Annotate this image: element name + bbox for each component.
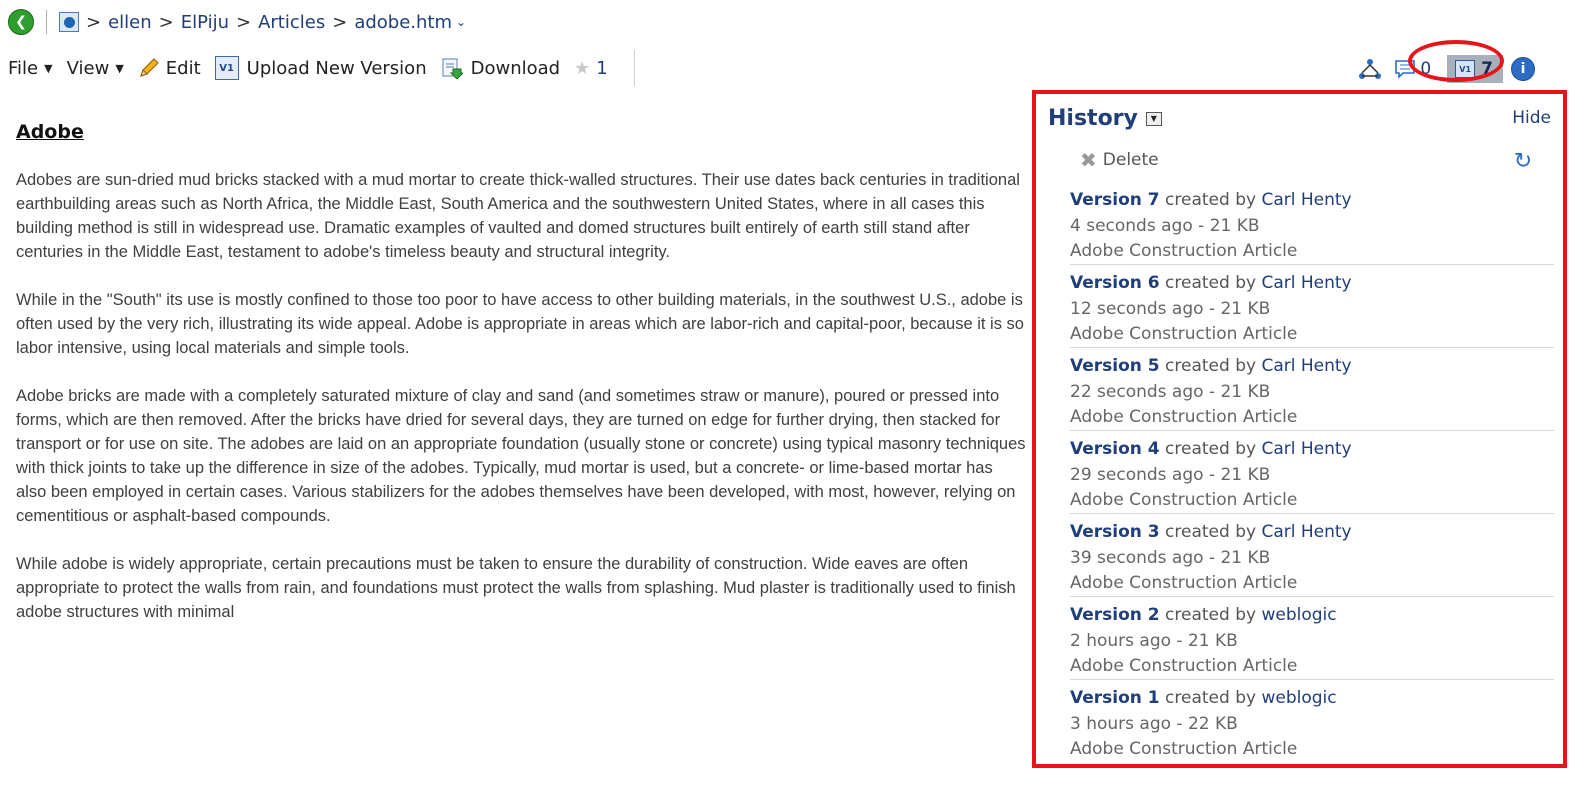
article-paragraph: While in the "South" its use is mostly c… [16,291,1024,357]
version-meta: 39 seconds ago - 21 KB [1070,547,1271,568]
document-content: Adobe Adobes are sun-dried mud bricks st… [16,120,1026,648]
user-link[interactable]: Carl Henty [1261,273,1351,293]
upload-new-version-button[interactable]: V1 Upload New Version [214,56,427,80]
breadcrumb-separator: > [236,11,252,33]
history-header: History ▼ [1048,106,1162,131]
created-by-label: created by [1165,190,1257,210]
version-link[interactable]: Version 2 [1070,605,1160,625]
version-description: Adobe Construction Article [1070,573,1298,593]
version-meta: 3 hours ago - 22 KB [1070,713,1238,734]
version-meta: 12 seconds ago - 21 KB [1070,298,1271,319]
version-description: Adobe Construction Article [1070,407,1298,427]
delete-label: Delete [1102,150,1159,170]
chevron-down-icon[interactable]: ⌄ [456,15,466,29]
created-by-label: created by [1165,605,1257,625]
created-by-label: created by [1165,522,1257,542]
space-home-icon[interactable] [59,12,79,32]
version-description: Adobe Construction Article [1070,739,1298,759]
breadcrumb-separator: > [86,11,102,33]
history-title: History [1048,106,1138,131]
view-menu[interactable]: View ▼ [67,58,124,79]
version-item: Version 1 created by weblogic 3 hours ag… [1070,686,1554,762]
article-title: Adobe [16,121,84,143]
version-link[interactable]: Version 7 [1070,190,1160,210]
version-description: Adobe Construction Article [1070,324,1298,344]
article-paragraph: While adobe is widely appropriate, certa… [16,555,1016,621]
article-paragraph: Adobe bricks are made with a completely … [16,387,1026,525]
pencil-icon [139,58,159,77]
back-arrow-icon[interactable]: ❮ [8,9,34,35]
edit-button[interactable]: Edit [138,57,201,79]
user-link[interactable]: Carl Henty [1261,356,1351,376]
user-link[interactable]: Carl Henty [1261,190,1351,210]
version-description: Adobe Construction Article [1070,656,1298,676]
star-icon[interactable]: ★ [574,58,590,79]
caret-down-icon: ▼ [44,61,53,75]
version-meta: 4 seconds ago - 21 KB [1070,215,1260,236]
file-menu[interactable]: File ▼ [8,58,53,79]
download-button[interactable]: Download [441,57,560,79]
delete-icon: ✖ [1080,148,1097,172]
breadcrumb-separator: > [158,11,174,33]
edit-label: Edit [165,57,201,79]
info-icon[interactable]: i [1511,57,1535,81]
breadcrumb-item-elpiju[interactable]: ElPiju [181,12,229,33]
version-meta: 22 seconds ago - 21 KB [1070,381,1271,402]
rating[interactable]: ★ 1 [574,58,608,79]
version-meta: 2 hours ago - 21 KB [1070,630,1238,651]
divider [46,10,47,34]
hide-link[interactable]: Hide [1512,108,1551,128]
highlight-ellipse [1408,40,1504,82]
created-by-label: created by [1165,273,1257,293]
download-icon [442,58,463,79]
version-link[interactable]: Version 3 [1070,522,1160,542]
download-label: Download [470,57,561,79]
created-by-label: created by [1165,688,1257,708]
breadcrumb-separator: > [332,11,348,33]
version-description: Adobe Construction Article [1070,490,1298,510]
version-link[interactable]: Version 1 [1070,688,1160,708]
version-list: Version 7 created by Carl Henty 4 second… [1070,188,1554,768]
refresh-icon[interactable]: ↻ [1509,148,1537,176]
rating-count: 1 [596,57,608,79]
delete-button[interactable]: ✖ Delete [1080,148,1159,172]
upload-version-icon: V1 [214,56,239,80]
version-item: Version 6 created by Carl Henty 12 secon… [1070,271,1554,348]
caret-down-icon: ▼ [115,61,124,75]
version-item: Version 2 created by weblogic 2 hours ag… [1070,603,1554,680]
article-paragraph: Adobes are sun-dried mud bricks stacked … [16,171,1020,261]
version-item: Version 3 created by Carl Henty 39 secon… [1070,520,1554,597]
upload-label: Upload New Version [246,57,427,79]
document-toolbar: File ▼ View ▼ Edit V1 Upload New Version… [8,50,635,86]
user-link[interactable]: Carl Henty [1261,439,1351,459]
view-menu-label: View [66,57,110,79]
version-link[interactable]: Version 6 [1070,273,1160,293]
relationships-icon[interactable] [1358,57,1382,81]
version-link[interactable]: Version 4 [1070,439,1160,459]
breadcrumb: ❮ > ellen > ElPiju > Articles > adobe.ht… [8,8,466,36]
breadcrumb-item-articles[interactable]: Articles [258,12,325,33]
user-link[interactable]: weblogic [1261,605,1336,625]
version-item: Version 7 created by Carl Henty 4 second… [1070,188,1554,265]
version-link[interactable]: Version 5 [1070,356,1160,376]
version-meta: 29 seconds ago - 21 KB [1070,464,1271,485]
version-item: Version 5 created by Carl Henty 22 secon… [1070,354,1554,431]
toolbar-divider [633,50,635,86]
version-description: Adobe Construction Article [1070,241,1298,261]
history-panel: History ▼ Hide ✖ Delete ↻ Version 7 crea… [1032,90,1567,768]
version-item: Version 4 created by Carl Henty 29 secon… [1070,437,1554,514]
user-link[interactable]: Carl Henty [1261,522,1351,542]
breadcrumb-item-ellen[interactable]: ellen [108,12,152,33]
created-by-label: created by [1165,439,1257,459]
breadcrumb-item-current-file[interactable]: adobe.htm [354,12,452,33]
history-menu-icon[interactable]: ▼ [1145,111,1162,126]
user-link[interactable]: weblogic [1261,688,1336,708]
created-by-label: created by [1165,356,1257,376]
file-menu-label: File [8,57,39,79]
